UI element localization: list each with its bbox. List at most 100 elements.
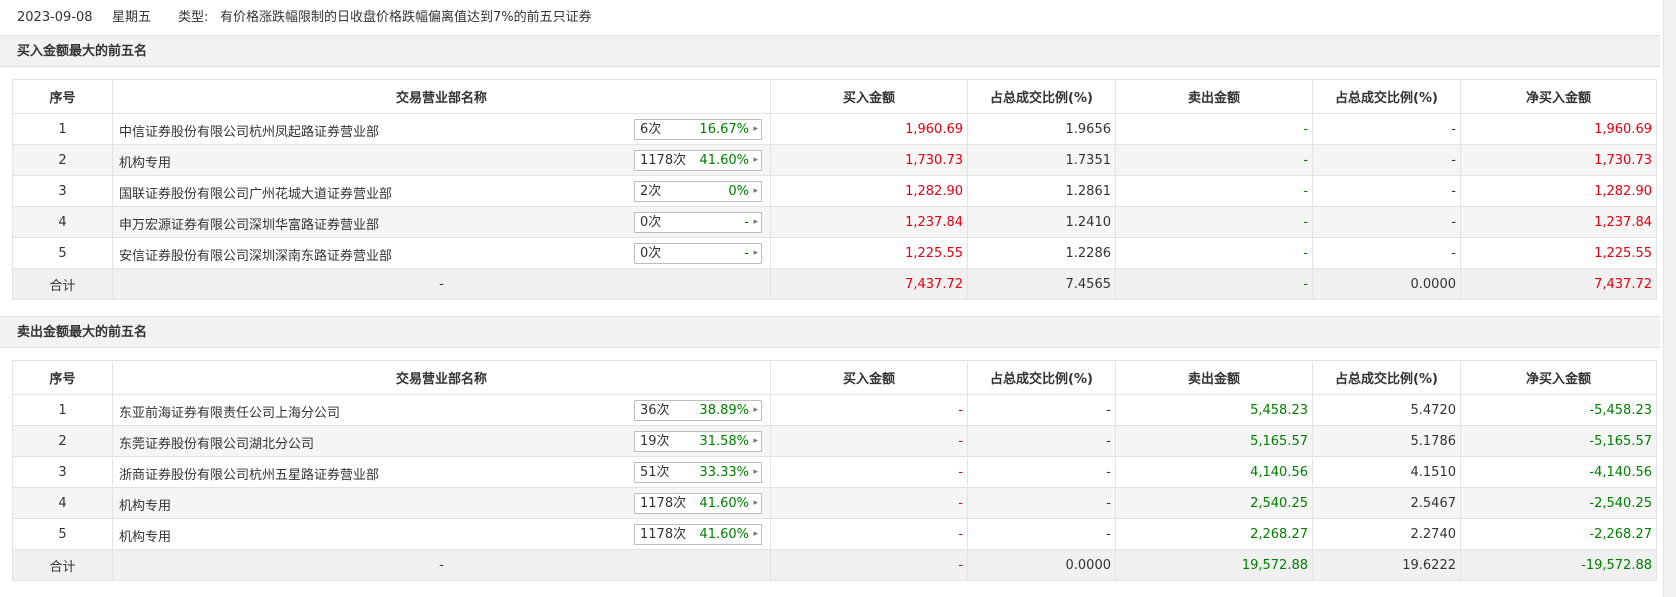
- appearance-count: 51次: [640, 464, 670, 480]
- branch-cell-inner: 浙商证券股份有限公司杭州五星路证券营业部 51次 33.33% ▸: [117, 458, 766, 487]
- branch-cell: 国联证券股份有限公司广州花城大道证券营业部 2次 0% ▸: [112, 175, 771, 207]
- branch-name: 机构专用: [119, 529, 172, 545]
- branch-stats-button[interactable]: 19次 31.58% ▸: [634, 430, 762, 452]
- appearance-count: 0次: [640, 214, 662, 230]
- col-net-amount: 净买入金额: [1460, 79, 1657, 114]
- branch-stats-button[interactable]: 1178次 41.60% ▸: [634, 523, 762, 545]
- sell-amount: 5,165.57: [1115, 425, 1313, 457]
- sell-amount: 2,268.27: [1115, 518, 1313, 550]
- col-index: 序号: [12, 360, 113, 395]
- buy-amount: -: [770, 425, 968, 457]
- buy-table: 序号 交易营业部名称 买入金额 占总成交比例(%) 卖出金额 占总成交比例(%) 净买入金额…: [12, 79, 1657, 300]
- win-rate: 41.60%: [699, 152, 749, 168]
- col-sell-ratio: 占总成交比例(%): [1312, 360, 1461, 395]
- net-amount: 1,237.84: [1460, 206, 1657, 238]
- branch-name: 申万宏源证券有限公司深圳华富路证券营业部: [119, 217, 380, 233]
- buy-ratio: 1.9656: [967, 113, 1116, 145]
- branch-cell: 机构专用 1178次 41.60% ▸: [112, 518, 771, 550]
- branch-stats-button[interactable]: 36次 38.89% ▸: [634, 399, 762, 421]
- win-rate: 41.60%: [699, 526, 749, 542]
- buy-amount: 1,237.84: [770, 206, 968, 238]
- buy-ratio: -: [967, 487, 1116, 519]
- net-amount: 1,282.90: [1460, 175, 1657, 207]
- win-rate: -: [744, 214, 749, 230]
- buy-amount: -: [770, 394, 968, 426]
- sell-amount: -: [1115, 206, 1313, 238]
- branch-cell-inner: 申万宏源证券有限公司深圳华富路证券营业部 0次 - ▸: [117, 208, 766, 237]
- net-amount: 1,960.69: [1460, 113, 1657, 145]
- appearance-count: 19次: [640, 433, 670, 449]
- win-rate: 0%: [728, 183, 749, 199]
- sell-ratio: -: [1312, 206, 1461, 238]
- row-index: 4: [12, 487, 113, 519]
- buy-amount: 1,225.55: [770, 237, 968, 269]
- buy-ratio: -: [967, 456, 1116, 488]
- branch-stats-button[interactable]: 6次 16.67% ▸: [634, 118, 762, 140]
- sell-amount: -: [1115, 113, 1313, 145]
- sell-ratio: -: [1312, 175, 1461, 207]
- col-buy-amount: 买入金额: [770, 360, 968, 395]
- sell-amount: 4,140.56: [1115, 456, 1313, 488]
- row-index: 3: [12, 456, 113, 488]
- sell-ratio: -: [1312, 144, 1461, 176]
- branch-cell: 东莞证券股份有限公司湖北分公司 19次 31.58% ▸: [112, 425, 771, 457]
- branch-cell: 申万宏源证券有限公司深圳华富路证券营业部 0次 - ▸: [112, 206, 771, 238]
- total-branch: -: [112, 549, 771, 581]
- appearance-count: 1178次: [640, 526, 687, 542]
- sell-amount: 5,458.23: [1115, 394, 1313, 426]
- sell-amount: 2,540.25: [1115, 487, 1313, 519]
- table-row: 5 机构专用 1178次 41.60% ▸ - -2,268.27 2.2740 -2,268.…: [12, 518, 1657, 550]
- sell-section-title: 卖出金额最大的前五名: [0, 316, 1660, 348]
- total-net-amount: -19,572.88: [1460, 549, 1657, 581]
- branch-stats-button[interactable]: 0次 - ▸: [634, 211, 762, 233]
- buy-ratio: 1.2286: [967, 237, 1116, 269]
- vertical-scrollbar[interactable]: [1663, 0, 1676, 597]
- total-net-amount: 7,437.72: [1460, 268, 1657, 300]
- branch-name: 东莞证券股份有限公司湖北分公司: [119, 436, 315, 452]
- table-row: 3 浙商证券股份有限公司杭州五星路证券营业部 51次 33.33% ▸ - -4,140.5…: [12, 456, 1657, 488]
- branch-cell-inner: 安信证券股份有限公司深圳深南东路证券营业部 0次 - ▸: [117, 239, 766, 268]
- chevron-right-icon: ▸: [753, 435, 758, 446]
- sell-ratio: 5.1786: [1312, 425, 1461, 457]
- branch-stats-button[interactable]: 1178次 41.60% ▸: [634, 492, 762, 514]
- total-sell-amount: -: [1115, 268, 1313, 300]
- type-value: 有价格涨跌幅限制的日收盘价格跌幅偏离值达到7%的前五只证券: [220, 10, 592, 25]
- col-sell-ratio: 占总成交比例(%): [1312, 79, 1461, 114]
- branch-stats-button[interactable]: 2次 0% ▸: [634, 180, 762, 202]
- branch-cell-inner: 国联证券股份有限公司广州花城大道证券营业部 2次 0% ▸: [117, 177, 766, 206]
- total-row: 合计 -7,437.72 7.4565-0.0000 7,437.72: [12, 268, 1657, 300]
- win-rate: 16.67%: [699, 121, 749, 137]
- sell-ratio: 5.4720: [1312, 394, 1461, 426]
- win-rate: 31.58%: [699, 433, 749, 449]
- branch-cell: 中信证券股份有限公司杭州凤起路证券营业部 6次 16.67% ▸: [112, 113, 771, 145]
- total-row: 合计 - -0.0000 19,572.88 19.6222 -19,572.88: [12, 549, 1657, 581]
- branch-name: 中信证券股份有限公司杭州凤起路证券营业部: [119, 124, 380, 140]
- branch-stats-button[interactable]: 1178次 41.60% ▸: [634, 149, 762, 171]
- win-rate: -: [744, 245, 749, 261]
- net-amount: -5,458.23: [1460, 394, 1657, 426]
- branch-name: 国联证券股份有限公司广州花城大道证券营业部: [119, 186, 393, 202]
- branch-stats-button[interactable]: 51次 33.33% ▸: [634, 461, 762, 483]
- total-buy-ratio: 0.0000: [967, 549, 1116, 581]
- chevron-right-icon: ▸: [753, 216, 758, 227]
- col-index: 序号: [12, 79, 113, 114]
- chevron-right-icon: ▸: [753, 123, 758, 134]
- table-row: 1 东亚前海证券有限责任公司上海分公司 36次 38.89% ▸ - -5,458.23 5.…: [12, 394, 1657, 426]
- net-amount: 1,730.73: [1460, 144, 1657, 176]
- branch-stats-button[interactable]: 0次 - ▸: [634, 242, 762, 264]
- chevron-right-icon: ▸: [753, 466, 758, 477]
- buy-ratio: -: [967, 518, 1116, 550]
- branch-name: 机构专用: [119, 155, 172, 171]
- net-amount: -4,140.56: [1460, 456, 1657, 488]
- branch-name: 机构专用: [119, 498, 172, 514]
- table-row: 2 机构专用 1178次 41.60% ▸ 1,730.73 1.7351- -1,730.7…: [12, 144, 1657, 176]
- total-sell-amount: 19,572.88: [1115, 549, 1313, 581]
- col-branch-name: 交易营业部名称: [112, 360, 771, 395]
- row-index: 2: [12, 425, 113, 457]
- buy-amount: 1,282.90: [770, 175, 968, 207]
- row-index: 1: [12, 394, 113, 426]
- col-sell-amount: 卖出金额: [1115, 360, 1313, 395]
- appearance-count: 2次: [640, 183, 662, 199]
- total-branch: -: [112, 268, 771, 300]
- col-net-amount: 净买入金额: [1460, 360, 1657, 395]
